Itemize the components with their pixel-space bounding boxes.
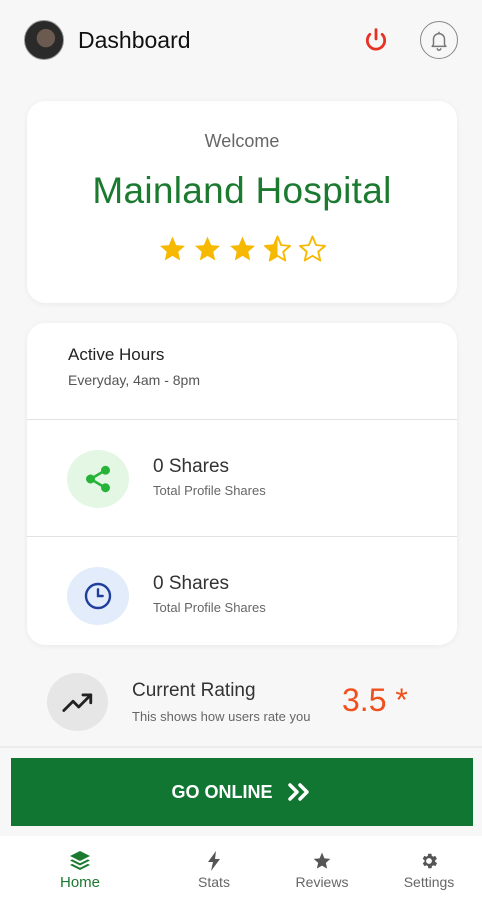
- info-card: Active Hours Everyday, 4am - 8pm 0 Share…: [27, 323, 457, 645]
- clock-shares-count: 0 Shares: [153, 573, 230, 594]
- share-icon-badge: [67, 450, 129, 508]
- current-rating-row: Current Rating This shows how users rate…: [0, 660, 482, 746]
- double-chevron-right-icon: [287, 783, 309, 801]
- current-rating-subtitle: This shows how users rate you: [132, 709, 311, 724]
- nav-label-settings: Settings: [403, 874, 455, 890]
- bell-icon: [431, 31, 447, 51]
- clock-icon-badge: [67, 567, 129, 625]
- current-rating-value: 3.5 *: [342, 682, 408, 718]
- bolt-icon: [208, 851, 220, 871]
- nav-item-home[interactable]: Home: [50, 836, 110, 900]
- star-icon: [313, 852, 331, 869]
- profile-shares-row: 0 Shares Total Profile Shares: [27, 420, 457, 537]
- star-rating: [27, 234, 457, 264]
- star-full-icon: [229, 236, 255, 261]
- nav-label-home: Home: [59, 874, 100, 891]
- divider: [0, 746, 482, 748]
- star-empty-icon: [298, 235, 326, 262]
- active-hours-value: Everyday, 4am - 8pm: [68, 372, 201, 388]
- star-half-icon: [263, 235, 291, 262]
- nav-label-stats: Stats: [198, 874, 230, 890]
- trending-up-icon: [61, 693, 92, 712]
- active-hours-title: Active Hours: [68, 345, 165, 364]
- layers-icon: [70, 851, 90, 870]
- shares-label: Total Profile Shares: [153, 483, 266, 498]
- nav-item-reviews[interactable]: Reviews: [290, 836, 354, 900]
- star-full-icon: [194, 236, 220, 261]
- clock-shares-row: 0 Shares Total Profile Shares: [27, 537, 457, 645]
- clock-shares-label: Total Profile Shares: [153, 600, 266, 615]
- avatar[interactable]: [24, 20, 64, 60]
- nav-label-reviews: Reviews: [295, 874, 349, 890]
- current-rating-title: Current Rating: [132, 680, 256, 701]
- power-icon: [365, 28, 387, 51]
- nav-item-stats[interactable]: Stats: [186, 836, 242, 900]
- nav-item-settings[interactable]: Settings: [398, 836, 460, 900]
- welcome-label: Welcome: [204, 131, 280, 151]
- go-online-label: GO ONLINE: [171, 781, 273, 802]
- gear-icon: [422, 853, 438, 869]
- shares-count: 0 Shares: [153, 456, 230, 477]
- share-icon: [86, 465, 110, 493]
- active-hours-row: Active Hours Everyday, 4am - 8pm: [27, 323, 457, 420]
- welcome-card: Welcome Mainland Hospital: [27, 101, 457, 303]
- app-header: Dashboard: [0, 0, 482, 80]
- power-button[interactable]: [360, 24, 392, 56]
- page-title: Dashboard: [78, 26, 191, 53]
- bottom-nav: Home Stats Reviews Settings: [0, 836, 482, 900]
- go-online-button[interactable]: GO ONLINE: [11, 758, 473, 826]
- clock-icon: [84, 582, 112, 610]
- trend-icon-badge: [47, 673, 108, 731]
- notifications-button[interactable]: [420, 21, 458, 59]
- star-full-icon: [159, 236, 185, 261]
- hospital-name: Mainland Hospital: [92, 170, 392, 211]
